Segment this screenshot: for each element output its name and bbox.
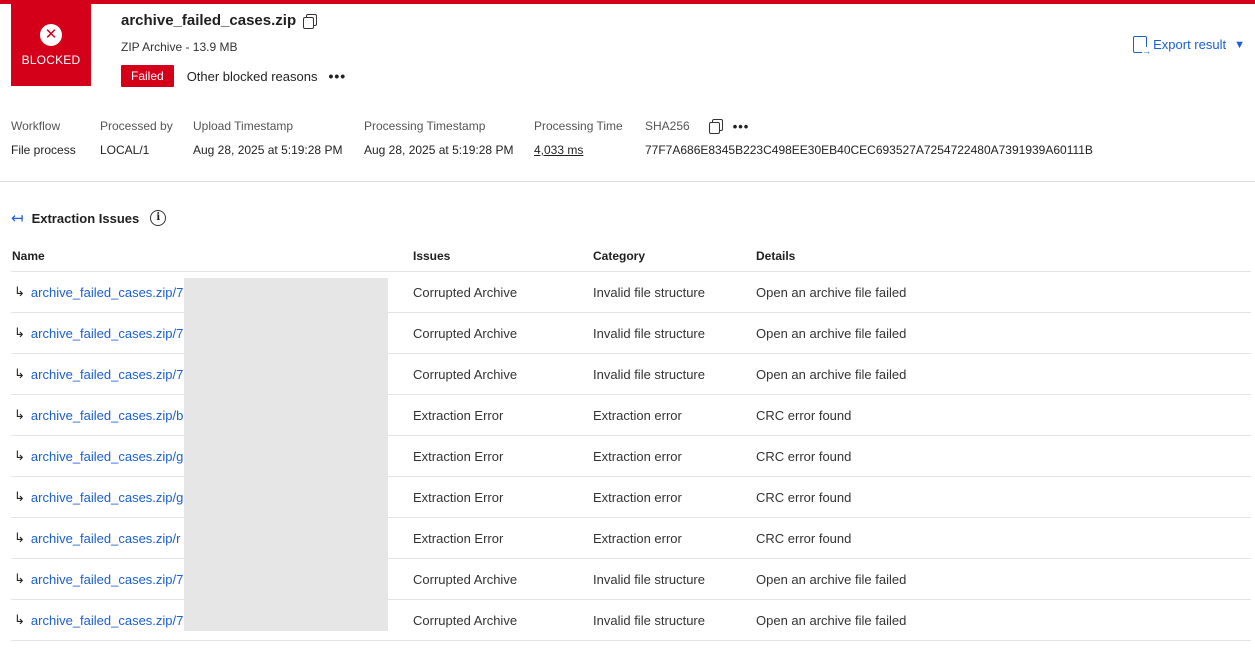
issue-cell: Corrupted Archive	[413, 284, 518, 300]
blocked-status-tile: ✕ BLOCKED	[11, 4, 91, 86]
meta-workflow: Workflow File process	[11, 118, 76, 157]
issue-cell: Extraction Error	[413, 407, 504, 423]
more-reasons-icon[interactable]: •••	[328, 69, 346, 83]
nested-arrow-icon: ↳	[14, 284, 25, 299]
meta-label: Workflow	[11, 119, 61, 133]
details-cell: Open an archive file failed	[756, 284, 907, 300]
details-cell: CRC error found	[756, 448, 852, 464]
nested-arrow-icon: ↳	[14, 366, 25, 381]
meta-label: Upload Timestamp	[193, 119, 294, 133]
export-document-icon	[1133, 36, 1152, 56]
details-cell: Open an archive file failed	[756, 612, 907, 628]
meta-value: Aug 28, 2025 at 5:19:28 PM	[364, 143, 514, 157]
file-path-link[interactable]: archive_failed_cases.zip/7	[31, 326, 183, 341]
details-cell: CRC error found	[756, 407, 852, 423]
issue-cell: Corrupted Archive	[413, 571, 518, 587]
col-issues: Issues	[413, 248, 451, 263]
nested-arrow-icon: ↳	[14, 571, 25, 586]
copy-hash-icon[interactable]	[708, 119, 723, 134]
col-details: Details	[756, 248, 796, 263]
col-category: Category	[593, 248, 646, 263]
file-path-link[interactable]: archive_failed_cases.zip/7	[31, 367, 183, 382]
category-cell: Invalid file structure	[593, 325, 705, 341]
category-cell: Invalid file structure	[593, 366, 705, 382]
details-cell: Open an archive file failed	[756, 366, 907, 382]
category-cell: Invalid file structure	[593, 571, 705, 587]
export-result-button[interactable]: Export result ▼	[1133, 36, 1245, 56]
issue-cell: Extraction Error	[413, 530, 504, 546]
nested-arrow-icon: ↳	[14, 489, 25, 504]
meta-upload-timestamp: Upload Timestamp Aug 28, 2025 at 5:19:28…	[193, 118, 342, 157]
nested-arrow-icon: ↳	[14, 325, 25, 340]
meta-value: File process	[11, 143, 76, 157]
details-cell: Open an archive file failed	[756, 571, 907, 587]
issue-cell: Extraction Error	[413, 448, 504, 464]
category-cell: Invalid file structure	[593, 612, 705, 628]
nested-arrow-icon: ↳	[14, 448, 25, 463]
file-path-link[interactable]: archive_failed_cases.zip/g	[31, 449, 183, 464]
meta-value: LOCAL/1	[100, 143, 150, 157]
blocked-reason: Other blocked reasons	[186, 68, 318, 84]
export-label: Export result	[1153, 37, 1227, 52]
section-header: ↤ Extraction Issues i	[11, 209, 167, 227]
meta-label: Processed by	[100, 119, 173, 133]
file-path-link[interactable]: archive_failed_cases.zip/7	[31, 572, 183, 587]
file-path-link[interactable]: archive_failed_cases.zip/7	[31, 285, 183, 300]
file-path-link[interactable]: archive_failed_cases.zip/r	[31, 531, 181, 546]
copy-icon[interactable]	[303, 13, 318, 29]
divider	[0, 181, 1255, 182]
more-hashes-icon[interactable]: •••	[733, 120, 750, 133]
file-path-link[interactable]: archive_failed_cases.zip/b	[31, 408, 183, 423]
sha256-actions: •••	[702, 119, 750, 134]
category-cell: Extraction error	[593, 530, 682, 546]
file-title: archive_failed_cases.zip	[121, 12, 318, 29]
issue-cell: Corrupted Archive	[413, 366, 518, 382]
sha256-label: SHA256	[645, 119, 690, 133]
issue-cell: Corrupted Archive	[413, 612, 518, 628]
file-path-link[interactable]: archive_failed_cases.zip/g	[31, 490, 183, 505]
file-path-link[interactable]: archive_failed_cases.zip/7	[31, 613, 183, 628]
meta-label: SHA256 •••	[645, 118, 1093, 134]
col-name: Name	[12, 248, 45, 263]
nested-arrow-icon: ↳	[14, 612, 25, 627]
info-icon[interactable]: i	[150, 210, 167, 226]
x-circle-icon: ✕	[40, 23, 62, 46]
redacted-region	[184, 278, 388, 631]
status-top-bar	[0, 0, 1255, 4]
details-cell: CRC error found	[756, 489, 852, 505]
processing-time-link[interactable]: 4,033 ms	[534, 143, 623, 157]
nested-arrow-icon: ↳	[14, 407, 25, 422]
issue-cell: Corrupted Archive	[413, 325, 518, 341]
back-arrow-icon[interactable]: ↤	[11, 209, 24, 227]
nested-arrow-icon: ↳	[14, 530, 25, 545]
meta-processed-by: Processed by LOCAL/1	[100, 118, 173, 157]
meta-label: Processing Timestamp	[364, 119, 486, 133]
meta-label: Processing Time	[534, 119, 623, 133]
category-cell: Extraction error	[593, 448, 682, 464]
chevron-down-icon: ▼	[1234, 38, 1245, 51]
details-cell: CRC error found	[756, 530, 852, 546]
section-title: Extraction Issues	[31, 210, 140, 226]
table-header: Name Issues Category Details	[11, 240, 1251, 272]
category-cell: Extraction error	[593, 407, 682, 423]
meta-sha256: SHA256 ••• 77F7A686E8345B223C498EE30EB40…	[645, 118, 1093, 157]
meta-processing-time: Processing Time 4,033 ms	[534, 118, 623, 157]
sha256-value: 77F7A686E8345B223C498EE30EB40CEC693527A7…	[645, 143, 1093, 157]
status-row: Failed Other blocked reasons •••	[121, 65, 346, 87]
category-cell: Invalid file structure	[593, 284, 705, 300]
category-cell: Extraction error	[593, 489, 682, 505]
meta-value: Aug 28, 2025 at 5:19:28 PM	[193, 143, 343, 157]
metadata-panel: Workflow File process Processed by LOCAL…	[0, 118, 1255, 168]
issue-cell: Extraction Error	[413, 489, 504, 505]
details-cell: Open an archive file failed	[756, 325, 907, 341]
meta-processing-timestamp: Processing Timestamp Aug 28, 2025 at 5:1…	[364, 118, 513, 157]
status-badge: Failed	[121, 65, 174, 87]
file-meta: ZIP Archive - 13.9 MB	[121, 40, 238, 54]
blocked-label: BLOCKED	[21, 52, 81, 67]
file-name: archive_failed_cases.zip	[121, 12, 297, 29]
